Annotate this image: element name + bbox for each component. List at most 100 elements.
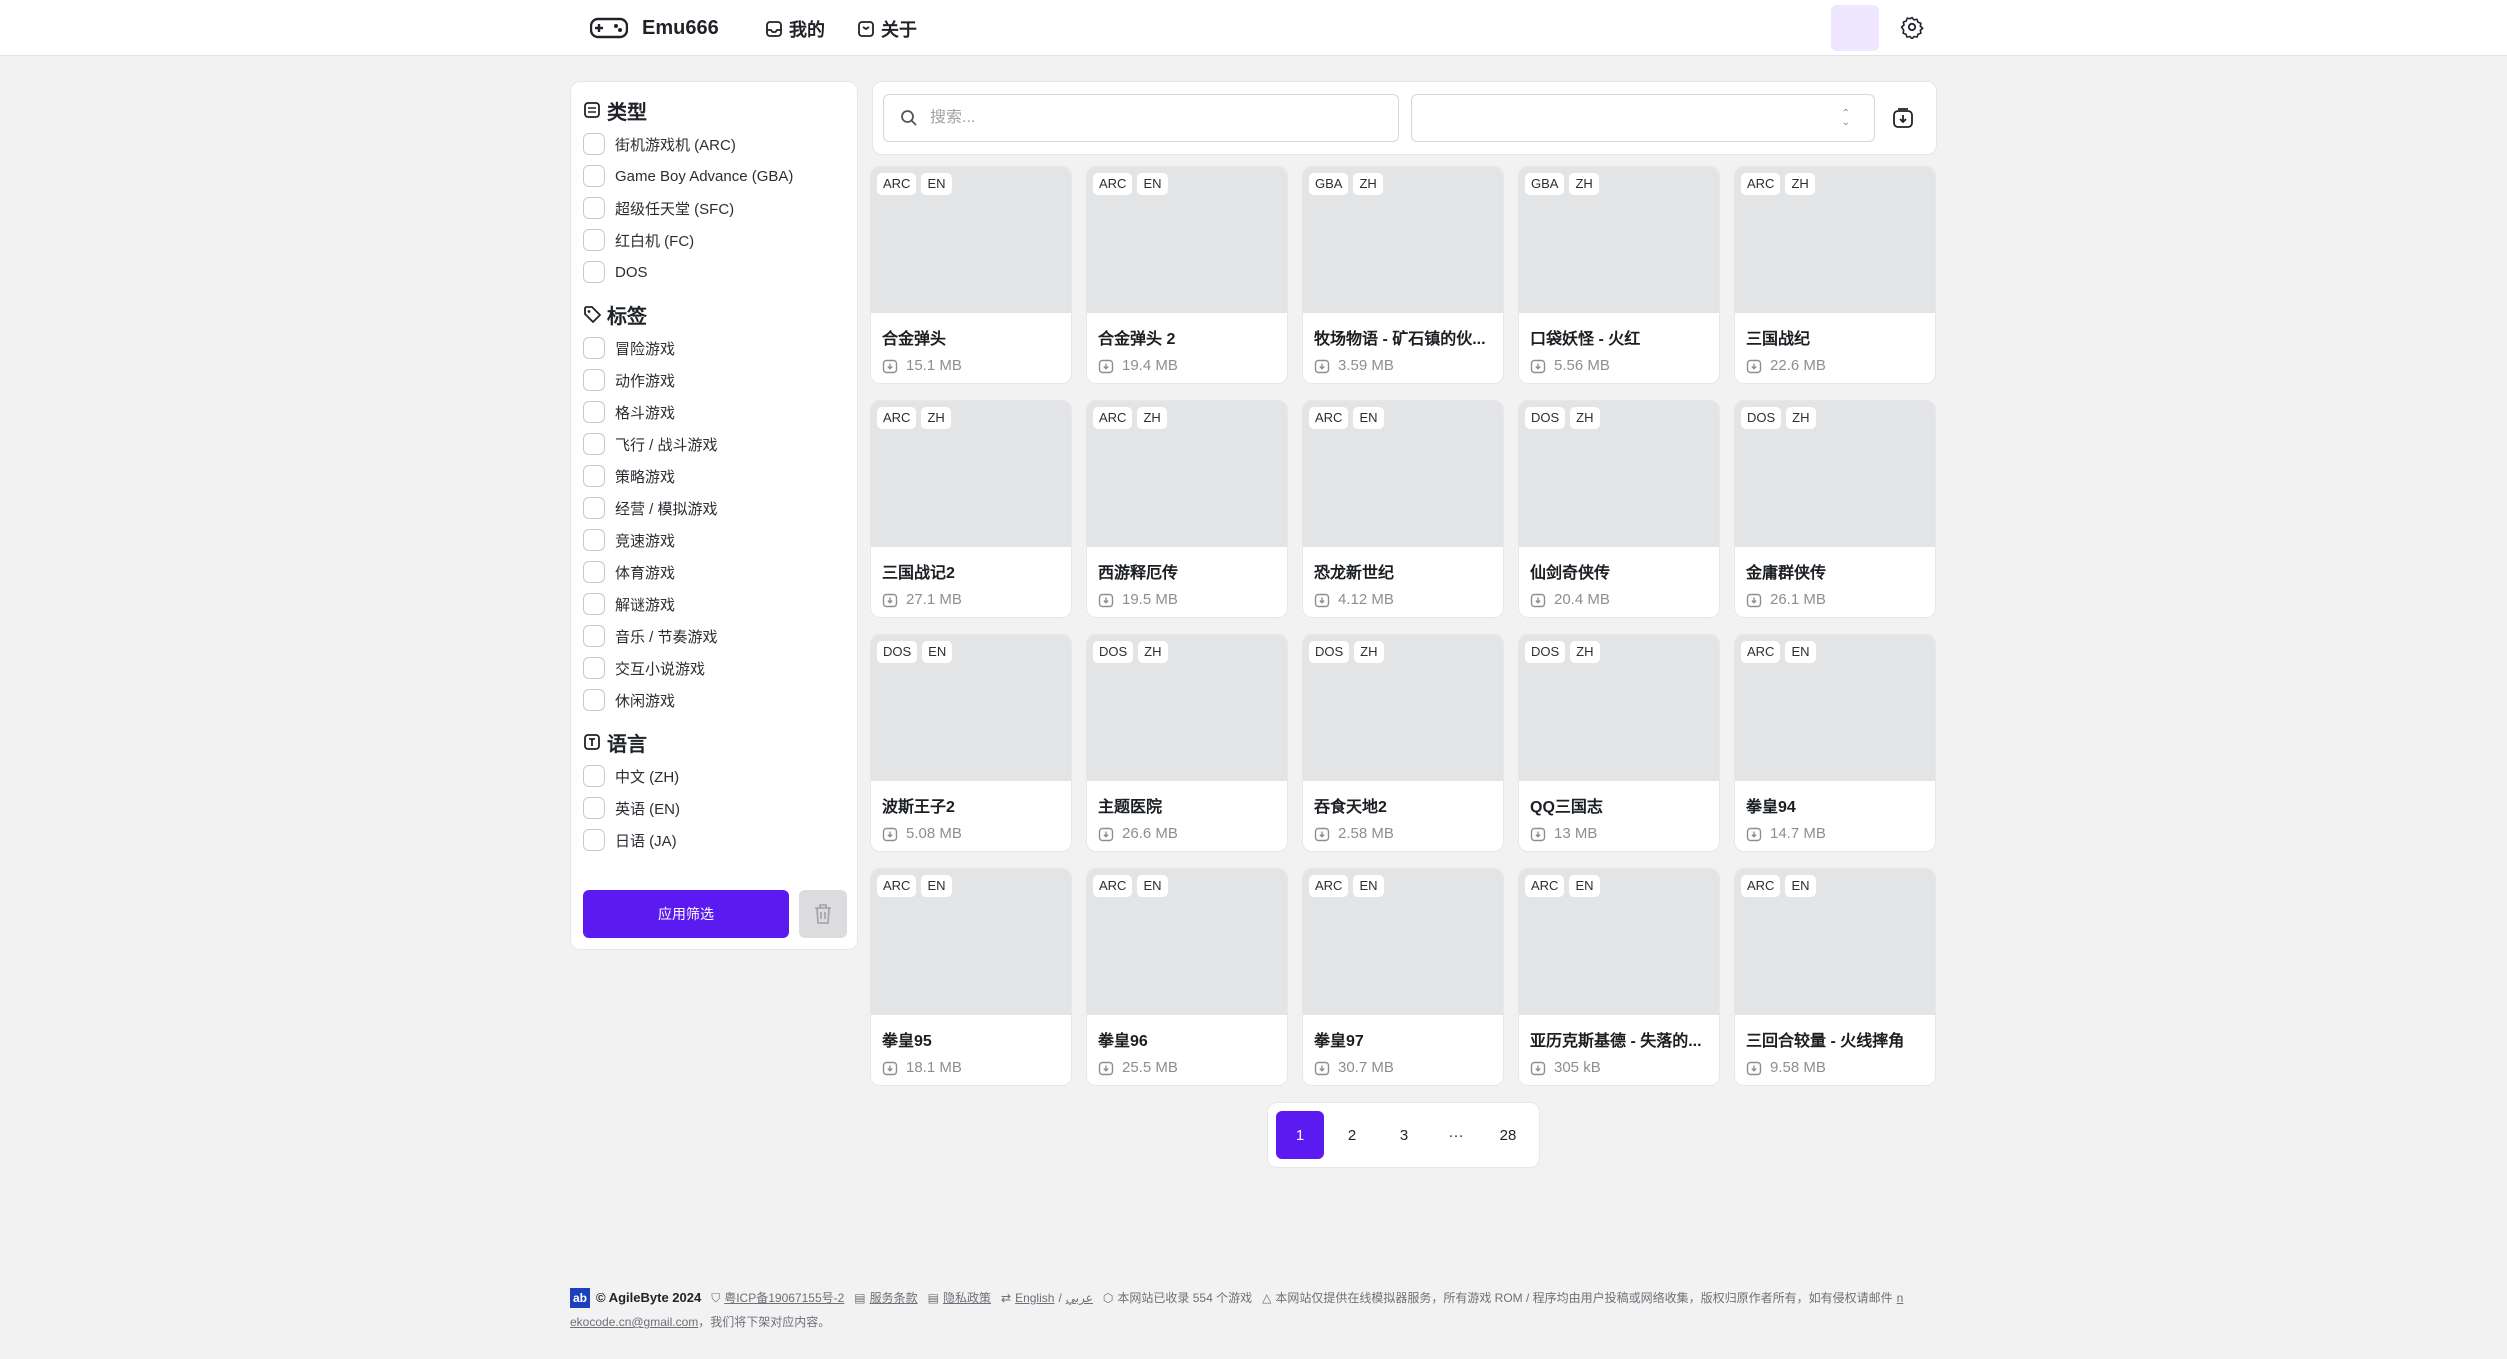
page-button[interactable]: 2 (1328, 1111, 1376, 1159)
game-card[interactable]: DOS ZH 金庸群侠传 26.1 MB (1734, 400, 1936, 618)
tag-option[interactable]: 冒险游戏 (583, 332, 845, 364)
nav-mine[interactable]: 我的 (765, 16, 825, 42)
type-checkbox[interactable] (583, 197, 605, 219)
type-option[interactable]: DOS (583, 256, 845, 288)
avatar[interactable] (1831, 5, 1879, 51)
game-card[interactable]: ARC EN 拳皇94 14.7 MB (1734, 634, 1936, 852)
game-card[interactable]: DOS EN 波斯王子2 5.08 MB (870, 634, 1072, 852)
platform-badge: ARC (1093, 875, 1133, 897)
tag-checkbox[interactable] (583, 689, 605, 711)
type-option[interactable]: Game Boy Advance (GBA) (583, 160, 845, 192)
game-card[interactable]: ARC EN 拳皇97 30.7 MB (1302, 868, 1504, 1086)
tag-checkbox[interactable] (583, 529, 605, 551)
tag-checkbox[interactable] (583, 401, 605, 423)
type-checkbox[interactable] (583, 261, 605, 283)
game-card[interactable]: ARC EN 恐龙新世纪 4.12 MB (1302, 400, 1504, 618)
download-icon (1893, 108, 1913, 128)
language-badge: EN (921, 173, 952, 195)
page-button[interactable]: 28 (1484, 1111, 1532, 1159)
game-card[interactable]: ARC ZH 三国战纪 22.6 MB (1734, 166, 1936, 384)
lang-en-link[interactable]: English (1015, 1286, 1054, 1310)
game-card[interactable]: ARC EN 亚历克斯基德 - 失落的... 305 kB (1518, 868, 1720, 1086)
language-checkbox[interactable] (583, 797, 605, 819)
search-box[interactable] (883, 94, 1399, 142)
game-thumbnail: DOS ZH (1303, 635, 1503, 781)
tag-checkbox[interactable] (583, 337, 605, 359)
game-card[interactable]: ARC EN 三回合较量 - 火线摔角 9.58 MB (1734, 868, 1936, 1086)
tag-checkbox[interactable] (583, 625, 605, 647)
language-checkbox[interactable] (583, 765, 605, 787)
game-card[interactable]: GBA ZH 口袋妖怪 - 火红 5.56 MB (1518, 166, 1720, 384)
language-option[interactable]: 日语 (JA) (583, 824, 845, 856)
tag-checkbox[interactable] (583, 593, 605, 615)
game-card[interactable]: ARC EN 合金弹头 15.1 MB (870, 166, 1072, 384)
game-card[interactable]: GBA ZH 牧场物语 - 矿石镇的伙... 3.59 MB (1302, 166, 1504, 384)
lang-ar-link[interactable]: عربي (1066, 1286, 1093, 1310)
apply-filter-button[interactable]: 应用筛选 (583, 890, 789, 938)
icp-link[interactable]: 粤ICP备19067155号-2 (724, 1286, 844, 1310)
game-size-value: 20.4 MB (1554, 591, 1610, 608)
game-card[interactable]: DOS ZH QQ三国志 13 MB (1518, 634, 1720, 852)
nav-about[interactable]: 关于 (857, 16, 917, 42)
type-option[interactable]: 超级任天堂 (SFC) (583, 192, 845, 224)
tag-option[interactable]: 交互小说游戏 (583, 652, 845, 684)
game-card[interactable]: ARC EN 拳皇95 18.1 MB (870, 868, 1072, 1086)
privacy-link[interactable]: 隐私政策 (943, 1286, 991, 1310)
tag-option[interactable]: 飞行 / 战斗游戏 (583, 428, 845, 460)
type-checkbox[interactable] (583, 229, 605, 251)
type-checkbox[interactable] (583, 165, 605, 187)
game-size-value: 18.1 MB (906, 1059, 962, 1076)
game-thumbnail: ARC EN (1303, 401, 1503, 547)
type-option[interactable]: 红白机 (FC) (583, 224, 845, 256)
platform-badge: DOS (1741, 407, 1782, 429)
terms-link[interactable]: 服务条款 (870, 1286, 918, 1310)
language-option[interactable]: 中文 (ZH) (583, 760, 845, 792)
language-checkbox[interactable] (583, 829, 605, 851)
email-link-b[interactable]: ekocode.cn@gmail.com (570, 1310, 698, 1334)
game-card[interactable]: ARC EN 合金弹头 2 19.4 MB (1086, 166, 1288, 384)
game-card[interactable]: DOS ZH 仙剑奇侠传 20.4 MB (1518, 400, 1720, 618)
language-option[interactable]: 英语 (EN) (583, 792, 845, 824)
game-card[interactable]: ARC EN 拳皇96 25.5 MB (1086, 868, 1288, 1086)
sort-select[interactable]: ⌃ ⌄ (1411, 94, 1875, 142)
tag-option[interactable]: 策略游戏 (583, 460, 845, 492)
download-icon (1314, 1061, 1330, 1075)
type-label: DOS (615, 263, 648, 281)
cube-icon: ⬡ (1102, 1291, 1114, 1305)
download-icon (1098, 593, 1114, 607)
clear-filter-button[interactable] (799, 890, 847, 938)
tag-checkbox[interactable] (583, 433, 605, 455)
tag-checkbox[interactable] (583, 369, 605, 391)
game-card[interactable]: ARC ZH 三国战记2 27.1 MB (870, 400, 1072, 618)
download-icon (1098, 827, 1114, 841)
email-link-a[interactable]: n (1897, 1286, 1904, 1310)
tag-option[interactable]: 解谜游戏 (583, 588, 845, 620)
tag-checkbox[interactable] (583, 657, 605, 679)
tag-checkbox[interactable] (583, 497, 605, 519)
tag-option[interactable]: 音乐 / 节奏游戏 (583, 620, 845, 652)
game-card[interactable]: DOS ZH 主题医院 26.6 MB (1086, 634, 1288, 852)
language-switch: ⇄ English / عربي (1001, 1286, 1093, 1310)
tag-checkbox[interactable] (583, 561, 605, 583)
type-checkbox[interactable] (583, 133, 605, 155)
page-button[interactable]: 3 (1380, 1111, 1428, 1159)
download-icon (1098, 359, 1114, 373)
page-ellipsis[interactable]: ··· (1432, 1111, 1480, 1159)
tag-option[interactable]: 体育游戏 (583, 556, 845, 588)
tag-option[interactable]: 经营 / 模拟游戏 (583, 492, 845, 524)
game-card[interactable]: ARC ZH 西游释厄传 19.5 MB (1086, 400, 1288, 618)
game-thumbnail: DOS ZH (1735, 401, 1935, 547)
tag-option[interactable]: 动作游戏 (583, 364, 845, 396)
tag-option[interactable]: 竞速游戏 (583, 524, 845, 556)
type-option[interactable]: 街机游戏机 (ARC) (583, 128, 845, 160)
game-card[interactable]: DOS ZH 吞食天地2 2.58 MB (1302, 634, 1504, 852)
tag-option[interactable]: 格斗游戏 (583, 396, 845, 428)
language-badge: EN (1137, 173, 1168, 195)
brand[interactable]: Emu666 (590, 12, 719, 44)
search-input[interactable] (930, 109, 1370, 127)
tag-option[interactable]: 休闲游戏 (583, 684, 845, 716)
page-button[interactable]: 1 (1276, 1111, 1324, 1159)
download-button[interactable] (1889, 104, 1917, 132)
tag-checkbox[interactable] (583, 465, 605, 487)
settings-button[interactable] (1900, 15, 1926, 41)
